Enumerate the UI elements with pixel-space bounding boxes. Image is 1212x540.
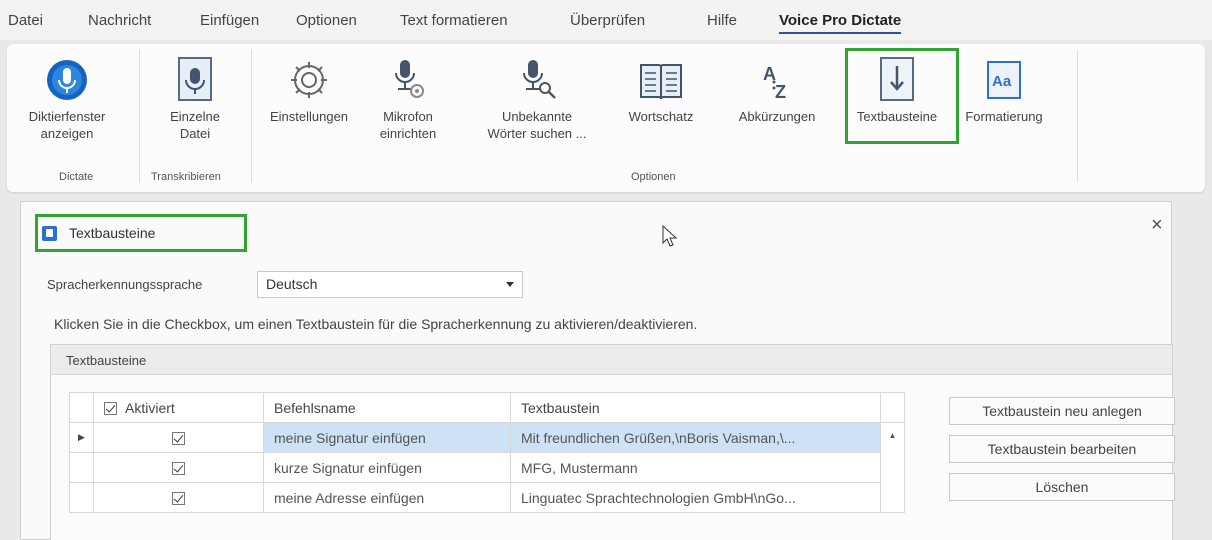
- table-row[interactable]: kurze Signatur einfügen MFG, Mustermann: [69, 452, 905, 483]
- language-select[interactable]: Deutsch: [257, 271, 523, 298]
- active-checkbox[interactable]: [172, 462, 185, 476]
- menu-text-formatieren[interactable]: Text formatieren: [400, 12, 508, 29]
- microphone-gear-icon: [361, 46, 455, 102]
- wortschatz-button[interactable]: Wortschatz: [613, 46, 709, 125]
- current-row-indicator-icon: ▶: [69, 422, 94, 453]
- table-header-row: Aktiviert Befehlsname Textbaustein: [69, 392, 905, 423]
- language-select-value: Deutsch: [266, 276, 318, 292]
- row-name-cell[interactable]: meine Adresse einfügen: [263, 482, 511, 513]
- microphone-search-icon: [469, 46, 605, 102]
- ribbon: Diktierfenster anzeigen Einzelne Datei E…: [7, 44, 1205, 192]
- language-label: Spracherkennungssprache: [47, 277, 203, 292]
- table-row[interactable]: meine Adresse einfügen Linguatec Spracht…: [69, 482, 905, 513]
- group-label-transkribieren: Transkribieren: [151, 171, 221, 183]
- unbekannte-woerter-label: Unbekannte Wörter suchen ...: [487, 109, 587, 141]
- einstellungen-button[interactable]: Einstellungen: [257, 46, 361, 125]
- mikrofon-einrichten-button[interactable]: Mikrofon einrichten: [361, 46, 455, 142]
- column-header-textbaustein[interactable]: Textbaustein: [510, 392, 881, 423]
- menu-hilfe[interactable]: Hilfe: [707, 12, 737, 29]
- menu-ueberpruefen[interactable]: Überprüfen: [570, 12, 645, 29]
- row-text-cell[interactable]: Linguatec Sprachtechnologien GmbH\nGo...: [510, 482, 881, 513]
- menu-nachricht[interactable]: Nachricht: [88, 12, 151, 29]
- row-active-cell[interactable]: [93, 482, 264, 513]
- group-label-optionen: Optionen: [631, 171, 676, 183]
- book-icon: [613, 46, 709, 102]
- formatierung-label: Formatierung: [965, 109, 1043, 124]
- row-text-cell[interactable]: MFG, Mustermann: [510, 452, 881, 483]
- row-indicator-header: [69, 392, 94, 423]
- menu-voice-pro-dictate[interactable]: Voice Pro Dictate: [779, 12, 902, 34]
- select-all-checkbox[interactable]: [104, 402, 117, 416]
- new-textblock-button[interactable]: Textbaustein neu anlegen: [949, 397, 1175, 425]
- chevron-down-icon: [506, 282, 514, 287]
- textbausteine-highlight: [845, 48, 959, 144]
- einzelne-datei-label: Einzelne Datei: [170, 109, 220, 141]
- ribbon-separator: [139, 50, 140, 182]
- mouse-cursor-icon: [662, 224, 678, 247]
- abkuerzungen-label: Abkürzungen: [738, 109, 816, 124]
- format-aa-icon: Aa: [951, 46, 1057, 102]
- groupbox-title: Textbausteine: [51, 345, 1172, 375]
- row-indicator: [69, 482, 94, 513]
- wortschatz-label: Wortschatz: [628, 109, 694, 124]
- svg-text:Z: Z: [775, 82, 786, 102]
- scrollbar-header: [880, 392, 905, 423]
- formatierung-button[interactable]: Aa Formatierung: [951, 46, 1057, 125]
- active-checkbox[interactable]: [172, 492, 185, 506]
- menu-datei[interactable]: Datei: [8, 12, 43, 29]
- diktierfenster-button[interactable]: Diktierfenster anzeigen: [9, 46, 125, 142]
- svg-text:Aa: Aa: [992, 73, 1012, 90]
- dialog-title: Textbausteine: [35, 214, 247, 252]
- textbausteine-dialog: Textbausteine × Spracherkennungssprache …: [20, 201, 1175, 540]
- menu-optionen[interactable]: Optionen: [296, 12, 357, 29]
- ribbon-separator: [251, 50, 252, 182]
- row-indicator: [69, 452, 94, 483]
- row-name-cell[interactable]: meine Signatur einfügen: [263, 422, 511, 453]
- audio-file-icon: [145, 46, 245, 102]
- row-name-cell[interactable]: kurze Signatur einfügen: [263, 452, 511, 483]
- dialog-title-text: Textbausteine: [69, 225, 156, 241]
- a-z-icon: AZ: [725, 46, 829, 102]
- menu-einfuegen[interactable]: Einfügen: [200, 12, 259, 29]
- gear-icon: [257, 46, 361, 102]
- group-label-dictate: Dictate: [59, 171, 94, 183]
- menu-bar: Datei Nachricht Einfügen Optionen Text f…: [0, 0, 1212, 40]
- textbausteine-table: Aktiviert Befehlsname Textbaustein ▶ mei…: [69, 392, 905, 513]
- row-active-cell[interactable]: [93, 422, 264, 453]
- unbekannte-woerter-button[interactable]: Unbekannte Wörter suchen ...: [469, 46, 605, 142]
- column-header-befehlsname[interactable]: Befehlsname: [263, 392, 511, 423]
- edit-textblock-button[interactable]: Textbaustein bearbeiten: [949, 435, 1175, 463]
- active-checkbox[interactable]: [172, 432, 185, 446]
- row-active-cell[interactable]: [93, 452, 264, 483]
- hint-text: Klicken Sie in die Checkbox, um einen Te…: [54, 316, 698, 332]
- ribbon-separator: [1077, 50, 1078, 182]
- abkuerzungen-button[interactable]: AZ Abkürzungen: [725, 46, 829, 125]
- textbausteine-groupbox: Textbausteine Aktiviert Befehlsname Text…: [50, 344, 1175, 540]
- microphone-circle-icon: [9, 46, 125, 102]
- mikrofon-einrichten-label: Mikrofon einrichten: [379, 109, 437, 141]
- table-row[interactable]: ▶ meine Signatur einfügen Mit freundlich…: [69, 422, 905, 513]
- column-header-aktiviert[interactable]: Aktiviert: [93, 392, 264, 423]
- dialog-app-icon: [42, 225, 57, 241]
- einzelne-datei-button[interactable]: Einzelne Datei: [145, 46, 245, 142]
- close-button[interactable]: ×: [1151, 214, 1163, 237]
- scrollbar-up-icon[interactable]: ▲: [880, 422, 905, 513]
- delete-button[interactable]: Löschen: [949, 473, 1175, 501]
- row-text-cell[interactable]: Mit freundlichen Grüßen,\nBoris Vaisman,…: [510, 422, 881, 453]
- diktierfenster-label: Diktierfenster anzeigen: [28, 109, 106, 141]
- einstellungen-label: Einstellungen: [269, 109, 349, 124]
